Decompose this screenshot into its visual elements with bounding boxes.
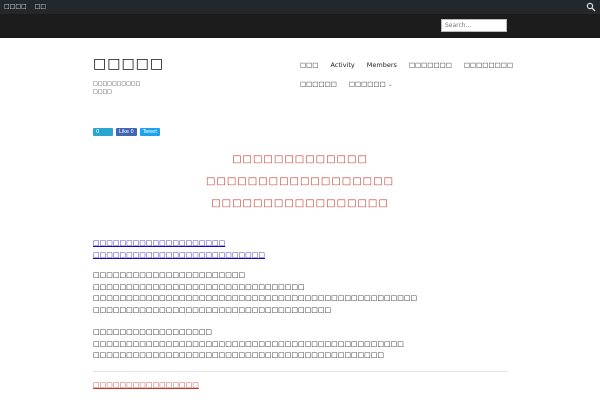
nav-item-5[interactable]: □□□□□□□□ [464, 60, 513, 70]
paragraph-line: □□□□□□□□□□□□□□□□□□□□□□□ [93, 271, 246, 279]
paragraph-line: □□□□□□□□□□□□□□□□□□□□□□□□□□□□□□□□□□□□□□□□… [93, 294, 418, 302]
nav-item-7-dropdown[interactable]: □□□□□□ ⌄ [349, 79, 393, 90]
paragraph-line: □□□□□□□□□□□□□□□□□□□□□□□□□□□□□□□□□□□□□□□□… [93, 339, 404, 348]
paragraph-line: □□□□□□□□□□□□□□□□□□□□□□□□□□□□□□□□□□□□□□□□… [93, 351, 385, 359]
tweet-button[interactable]: Tweet [139, 128, 161, 136]
red-link[interactable]: □□□□□□□□□□□□□□□□ [93, 381, 199, 389]
nav-row: □□□ Activity Members □□□□□□□ □□□□□□□□ [300, 60, 513, 70]
section-divider [93, 371, 508, 372]
body-paragraph: □□□□□□□□□□□□□□□□□□ □□□□□□□□□□□□□□□□□□□□□… [93, 327, 513, 362]
nav-item-home[interactable]: □□□ [300, 60, 318, 70]
paragraph-line: □□□□□□□□□□□□□□□□□□ [93, 328, 213, 336]
share-count-button[interactable]: 0 [93, 128, 113, 136]
body-paragraph: □□□□□□□□□□□□□□□□□□□□□□□ □□□□□□□□□□□□□□□□… [93, 270, 513, 316]
chevron-down-icon: ⌄ [387, 81, 393, 88]
main-navigation: □□□ Activity Members □□□□□□□ □□□□□□□□ □□… [300, 60, 513, 99]
header-band [0, 14, 600, 38]
body-link[interactable]: □□□□□□□□□□□□□□□□□□□□ [93, 238, 513, 250]
headline-2: □□□□□□□□□□□□□□□□□□ [205, 176, 395, 187]
nav-item-activity[interactable]: Activity [330, 60, 354, 70]
site-description: □□□□□□□□□□□□□□ [93, 81, 141, 95]
paragraph-line: □□□□□□□□□□□□□□□□□□□□□□□□□□□□□□□□□□□□ [93, 305, 332, 314]
nav-item-4[interactable]: □□□□□□□ [409, 60, 452, 70]
search-icon[interactable] [586, 2, 596, 12]
nav-item-7-label: □□□□□□ [348, 80, 386, 88]
nav-item-6[interactable]: □□□□□□ [300, 79, 337, 90]
admin-bar-menu: □□□□ □□ [4, 2, 46, 12]
share-buttons: 0 Like 0 Tweet [93, 128, 161, 136]
nav-row: □□□□□□ □□□□□□ ⌄ [300, 79, 510, 90]
admin-bar-item-new[interactable]: □□ [35, 2, 46, 12]
facebook-like-button[interactable]: Like 0 [116, 128, 137, 136]
paragraph-line: □□□□□□□□□□□□□□□□□□□□□□□□□□□□□□□□ [93, 282, 305, 291]
link-paragraph: □□□□□□□□□□□□□□□□□□□□ □□□□□□□□□□□□□□□□□□□… [93, 238, 513, 261]
body-link[interactable]: □□□□□□□□□□□□□□□□□□□□□□□□□□ [93, 250, 513, 262]
admin-bar-item-site[interactable]: □□□□ [4, 2, 27, 12]
nav-item-members[interactable]: Members [367, 60, 397, 70]
headline-3: □□□□□□□□□□□□□□□□□ [211, 198, 389, 209]
site-title[interactable]: □□□□□ [93, 56, 164, 72]
headline-1: □□□□□□□□□□□□□ [232, 154, 368, 165]
search-input[interactable] [441, 19, 507, 32]
admin-bar: □□□□ □□ [0, 0, 600, 14]
